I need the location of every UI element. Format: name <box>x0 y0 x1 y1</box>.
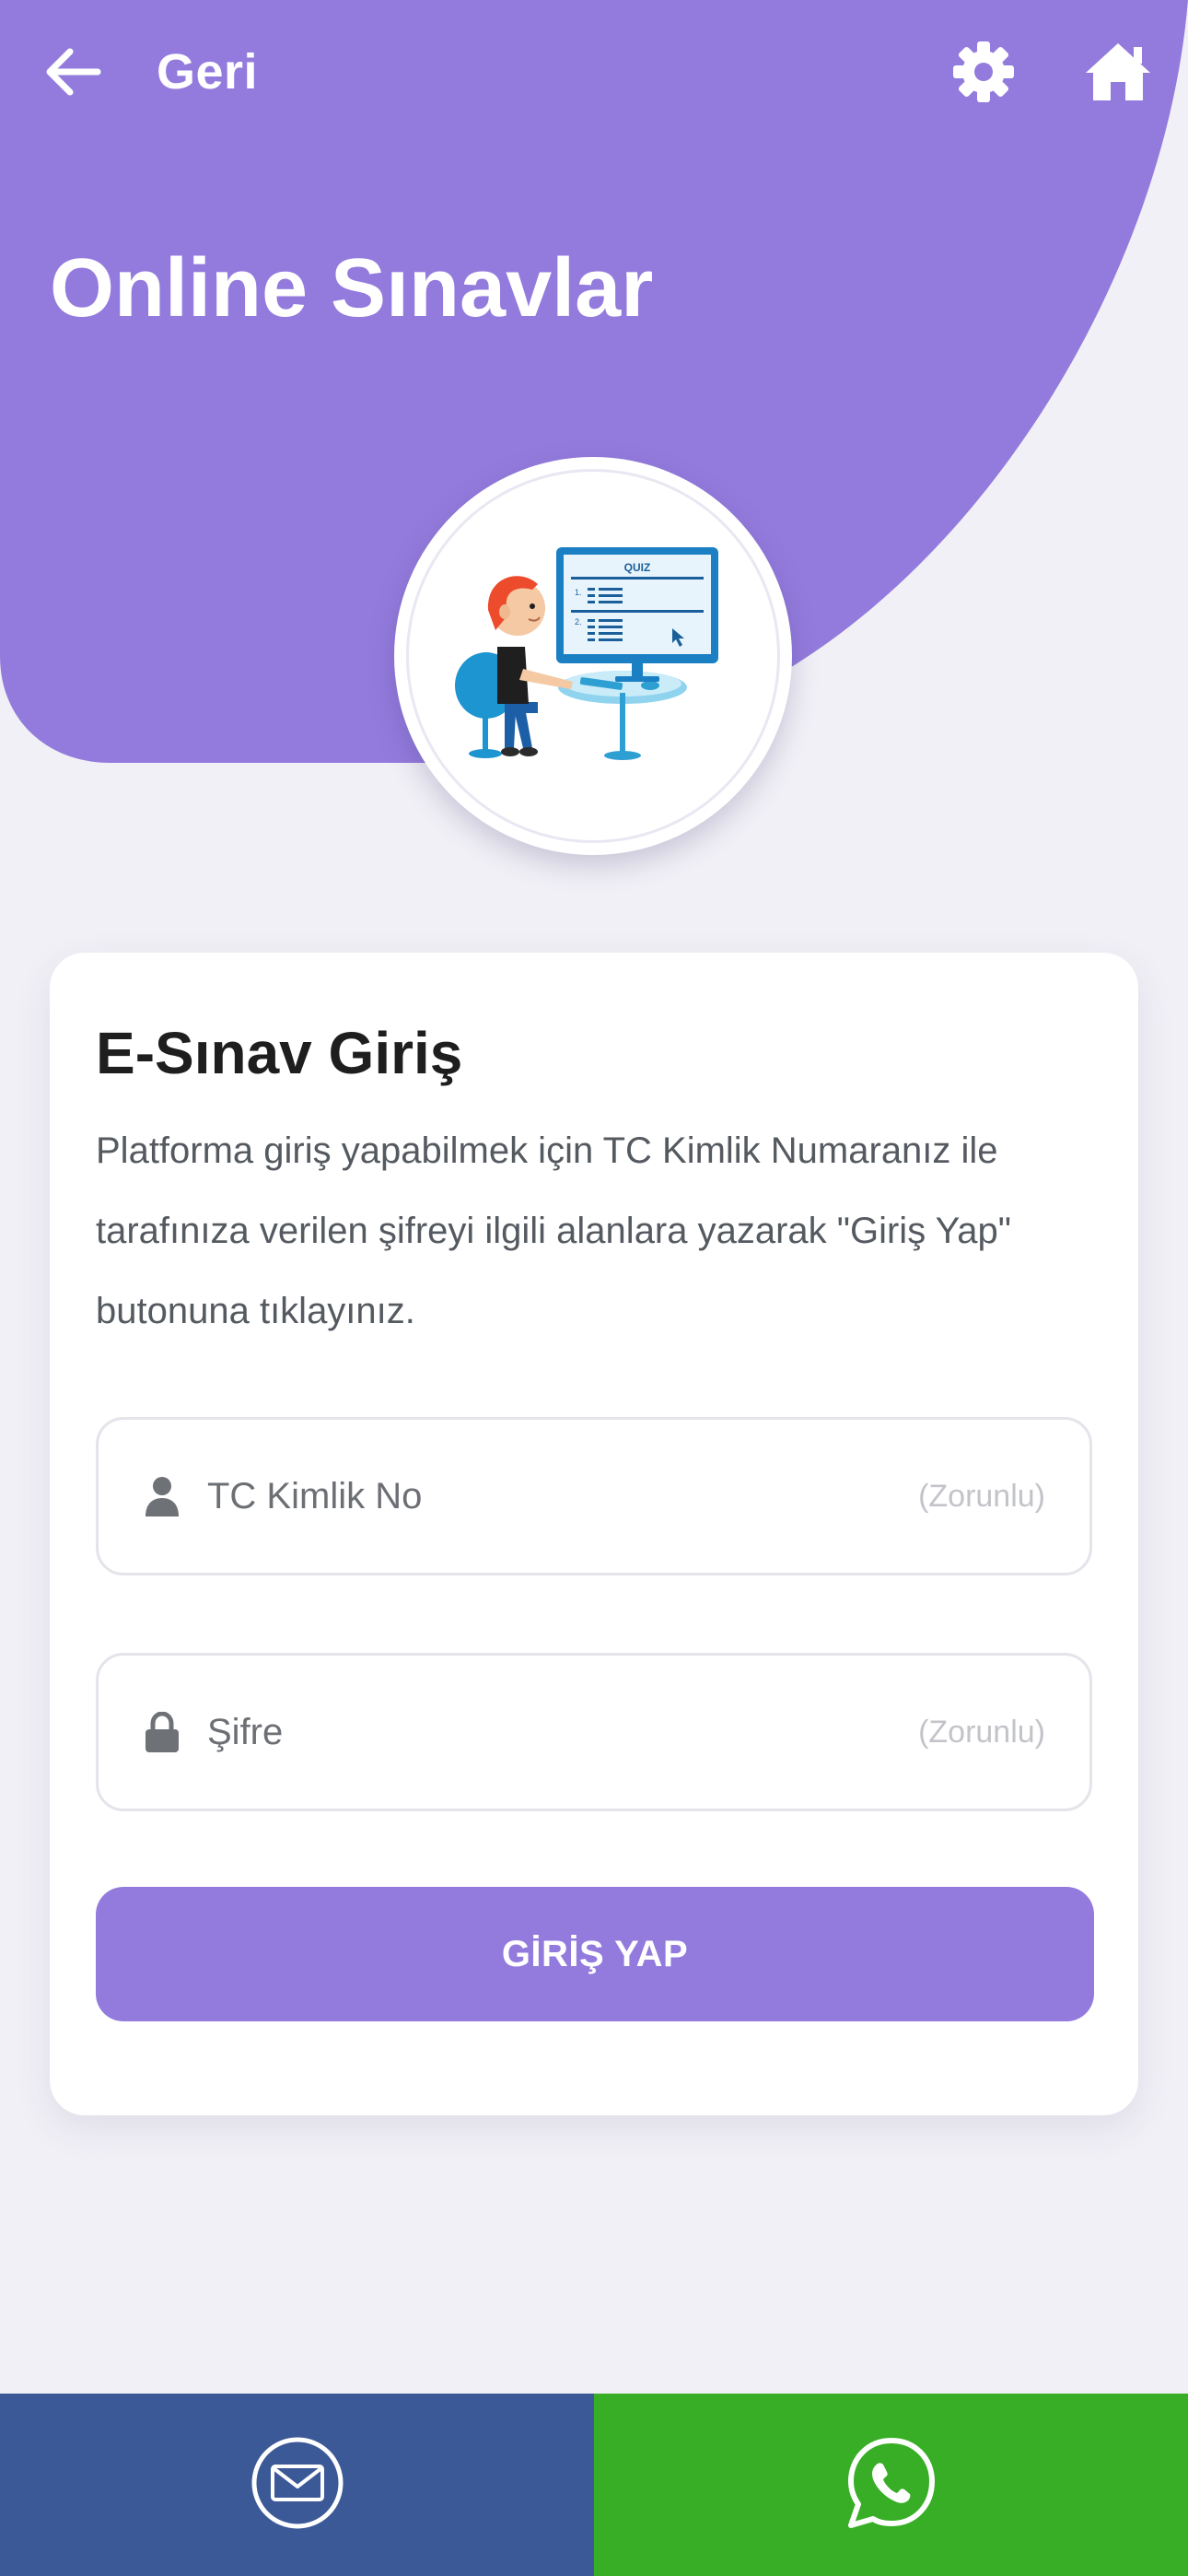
svg-text:1.: 1. <box>575 588 582 597</box>
settings-button[interactable] <box>945 35 1022 112</box>
page-title: Online Sınavlar <box>50 242 654 334</box>
lock-icon <box>141 1709 183 1755</box>
gear-icon <box>951 40 1016 109</box>
tc-required-label: (Zorunlu) <box>918 1478 1045 1514</box>
home-button[interactable] <box>1079 35 1157 112</box>
login-description: Platforma giriş yapabilmek için TC Kimli… <box>96 1130 1011 1331</box>
password-field[interactable]: (Zorunlu) <box>96 1653 1092 1811</box>
quiz-illustration: QUIZ 1. 2. <box>394 457 792 855</box>
user-icon <box>141 1473 183 1519</box>
login-title: E-Sınav Giriş <box>96 1020 463 1086</box>
mail-icon <box>250 2435 345 2535</box>
screen: Geri Online Sınavlar QUIZ 1. 2. E-Sınav … <box>0 0 1188 2576</box>
arrow-left-icon <box>44 47 101 97</box>
password-input[interactable] <box>207 1704 919 1760</box>
back-label: Geri <box>157 44 259 100</box>
tc-field[interactable]: (Zorunlu) <box>96 1417 1092 1575</box>
whatsapp-button[interactable] <box>594 2394 1188 2576</box>
mail-button[interactable] <box>0 2394 594 2576</box>
whatsapp-icon <box>844 2435 939 2535</box>
back-button[interactable]: Geri <box>44 35 258 109</box>
top-bar: Geri <box>0 0 1188 147</box>
tc-input[interactable] <box>207 1469 919 1524</box>
login-card: E-Sınav Giriş Platforma giriş yapabilmek… <box>50 953 1138 2115</box>
password-required-label: (Zorunlu) <box>918 1714 1045 1750</box>
quiz-text: QUIZ <box>624 561 651 574</box>
svg-text:2.: 2. <box>575 617 582 626</box>
login-button[interactable]: GİRİŞ YAP <box>96 1887 1094 2021</box>
home-icon <box>1082 40 1154 109</box>
bottom-contact-bar <box>0 2394 1188 2576</box>
illustration-frame: QUIZ 1. 2. <box>406 469 780 843</box>
